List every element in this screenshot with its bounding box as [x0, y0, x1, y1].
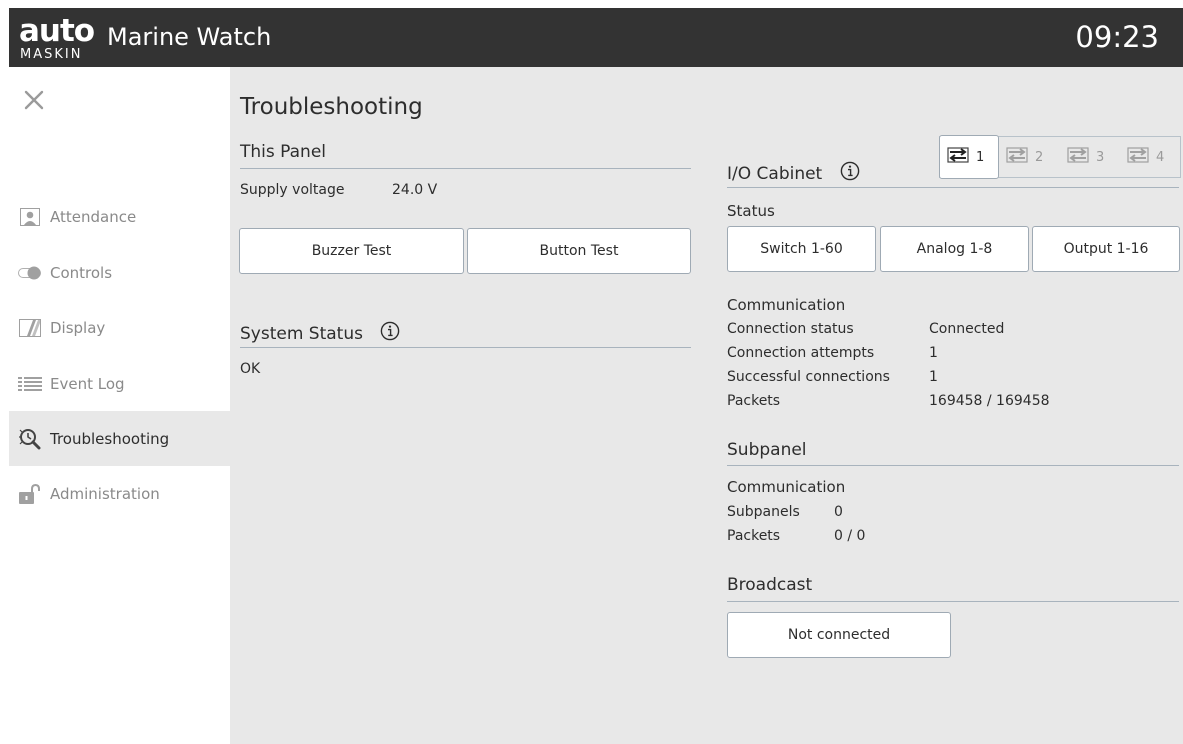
sidebar-item-attendance[interactable]: Attendance: [9, 189, 230, 244]
cabinet-number: 4: [1156, 149, 1165, 165]
sidebar-item-label: Display: [50, 318, 106, 337]
sidebar-item-label: Controls: [50, 263, 113, 282]
subpanel-communication-heading: Communication: [727, 478, 846, 496]
transfer-icon: [946, 146, 970, 168]
cabinet-number: 2: [1035, 149, 1044, 165]
auto-maskin-logo: auto MASKIN: [19, 13, 95, 62]
system-status-heading: System Status: [240, 321, 400, 347]
cabinet-tab-1[interactable]: 1: [939, 135, 999, 179]
subpanels-label: Subpanels: [727, 504, 800, 520]
sidebar-item-label: Attendance: [50, 207, 137, 226]
subpanel-heading: Subpanel: [727, 440, 807, 460]
packets-value: 169458 / 169458: [929, 393, 1050, 409]
app-title: Marine Watch: [107, 23, 272, 51]
sidebar-item-label: Administration: [50, 484, 160, 503]
broadcast-status-button[interactable]: Not connected: [727, 612, 951, 658]
switch-button[interactable]: Switch 1-60: [727, 226, 876, 272]
info-icon[interactable]: [380, 321, 400, 347]
communication-heading: Communication: [727, 296, 846, 314]
connection-attempts-value: 1: [929, 345, 938, 361]
cabinet-tab-4[interactable]: 4: [1120, 137, 1180, 177]
connection-status-label: Connection status: [727, 321, 854, 337]
sidebar-item-event-log[interactable]: Event Log: [9, 356, 230, 411]
subpanel-packets-value: 0 / 0: [834, 528, 866, 544]
app-frame: auto MASKIN Marine Watch 09:23 Attendanc…: [9, 8, 1183, 744]
divider: [727, 601, 1179, 602]
system-status-value: OK: [240, 361, 261, 377]
io-cabinet-title: I/O Cabinet: [727, 164, 823, 184]
divider: [727, 465, 1179, 466]
buzzer-test-button[interactable]: Buzzer Test: [239, 228, 464, 274]
this-panel-heading: This Panel: [240, 142, 327, 162]
sidebar-item-label: Troubleshooting: [50, 429, 170, 448]
connection-status-value: Connected: [929, 321, 1005, 337]
subpanel-packets-label: Packets: [727, 528, 781, 544]
list-icon: [18, 374, 42, 394]
successful-connections-label: Successful connections: [727, 369, 890, 385]
output-button[interactable]: Output 1-16: [1032, 226, 1180, 272]
top-bar: auto MASKIN Marine Watch 09:23: [9, 8, 1183, 67]
display-icon: [18, 318, 42, 338]
analog-button[interactable]: Analog 1-8: [880, 226, 1029, 272]
broadcast-heading: Broadcast: [727, 575, 813, 595]
divider: [240, 168, 691, 169]
transfer-icon: [1005, 146, 1029, 168]
cabinet-selector: 1 2 3 4: [939, 135, 1181, 179]
connection-attempts-label: Connection attempts: [727, 345, 875, 361]
sidebar-item-administration[interactable]: Administration: [9, 466, 230, 521]
supply-voltage-label: Supply voltage: [240, 182, 345, 198]
cabinet-tab-2[interactable]: 2: [999, 137, 1060, 177]
cabinet-tab-3[interactable]: 3: [1060, 137, 1120, 177]
person-icon: [18, 207, 42, 227]
sidebar-item-controls[interactable]: Controls: [9, 245, 230, 300]
sidebar-item-troubleshooting[interactable]: Troubleshooting: [9, 411, 230, 466]
divider: [727, 187, 1179, 188]
logo-text-bottom: MASKIN: [20, 47, 83, 62]
supply-voltage-value: 24.0 V: [392, 182, 438, 198]
main-content: Troubleshooting This Panel Supply voltag…: [230, 67, 1183, 744]
transfer-icon: [1126, 146, 1150, 168]
troubleshoot-icon: [18, 428, 42, 449]
toggle-icon: [18, 263, 42, 283]
close-icon[interactable]: [23, 89, 45, 111]
sidebar: Attendance Controls Display Event Log Tr…: [9, 67, 230, 744]
unlock-icon: [18, 483, 42, 504]
subpanels-value: 0: [834, 504, 843, 520]
successful-connections-value: 1: [929, 369, 938, 385]
transfer-icon: [1066, 146, 1090, 168]
page-title: Troubleshooting: [240, 94, 423, 120]
io-cabinet-heading: I/O Cabinet: [727, 161, 860, 187]
sidebar-item-label: Event Log: [50, 374, 125, 393]
packets-label: Packets: [727, 393, 781, 409]
clock: 09:23: [1075, 20, 1159, 54]
info-icon[interactable]: [840, 161, 860, 187]
logo-text-top: auto: [19, 13, 95, 49]
sidebar-item-display[interactable]: Display: [9, 300, 230, 355]
status-heading: Status: [727, 202, 775, 220]
divider: [240, 347, 691, 348]
cabinet-number: 3: [1096, 149, 1105, 165]
button-test-button[interactable]: Button Test: [467, 228, 691, 274]
cabinet-number: 1: [976, 149, 985, 165]
system-status-title: System Status: [240, 324, 363, 344]
